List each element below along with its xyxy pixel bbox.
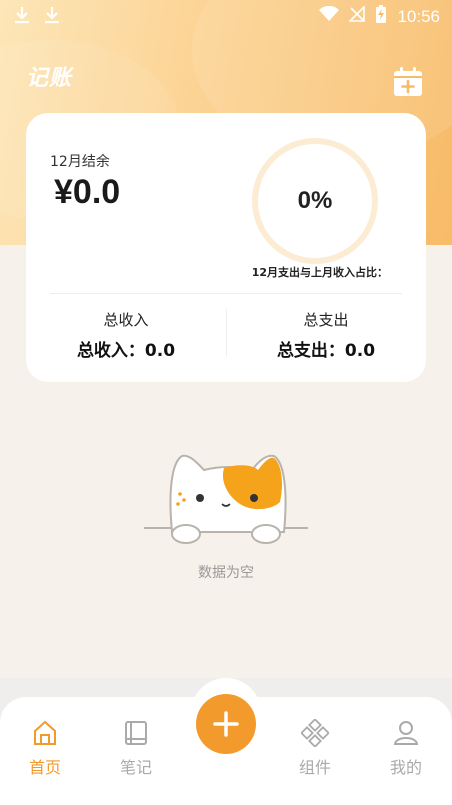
income-value: 总收入：0.0	[76, 341, 176, 361]
nav-label: 首页	[28, 758, 61, 777]
expense-value: 总支出：0.0	[276, 341, 376, 361]
calendar-add-button[interactable]	[392, 66, 424, 98]
divider	[50, 293, 402, 294]
download-icon	[14, 6, 30, 29]
status-bar: 10:56	[0, 0, 452, 32]
income-summary: 总收入 总收入：0.0	[26, 309, 226, 361]
expense-title: 总支出	[303, 311, 349, 329]
nav-item-components[interactable]: 组件	[285, 718, 345, 778]
add-record-button[interactable]	[196, 694, 256, 754]
book-icon	[125, 721, 147, 745]
no-signal-icon	[348, 5, 366, 27]
ratio-label: 12月支出与上月收入占比：	[251, 266, 388, 279]
nav-label: 组件	[298, 758, 331, 777]
nav-label: 笔记	[119, 758, 152, 777]
cat-illustration	[144, 454, 308, 544]
income-title: 总收入	[103, 311, 149, 329]
balance-card: 12月结余 ¥0.0 0% 12月支出与上月收入占比： 总收入 总收入：0.0 …	[26, 113, 426, 382]
nav-item-profile[interactable]: 我的	[376, 718, 436, 778]
balance-value: ¥0.0	[54, 173, 121, 211]
nav-item-notes[interactable]: 笔记	[106, 718, 166, 778]
home-icon	[34, 720, 56, 745]
calendar-add-icon	[394, 67, 422, 96]
expense-summary: 总支出 总支出：0.0	[226, 309, 426, 361]
plus-icon	[213, 711, 239, 737]
user-icon	[393, 721, 419, 745]
empty-state-text: 数据为空	[198, 565, 254, 581]
month-balance-label: 12月结余	[50, 154, 110, 170]
clock-time: 10:56	[397, 6, 440, 26]
nav-label: 我的	[389, 758, 422, 777]
nav-item-home[interactable]: 首页	[15, 718, 75, 778]
components-icon	[301, 719, 329, 747]
battery-icon	[375, 5, 387, 28]
wifi-icon	[319, 5, 340, 27]
page-title: 记账	[26, 66, 73, 91]
ratio-percent: 0%	[297, 187, 333, 214]
download-icon	[44, 6, 60, 29]
